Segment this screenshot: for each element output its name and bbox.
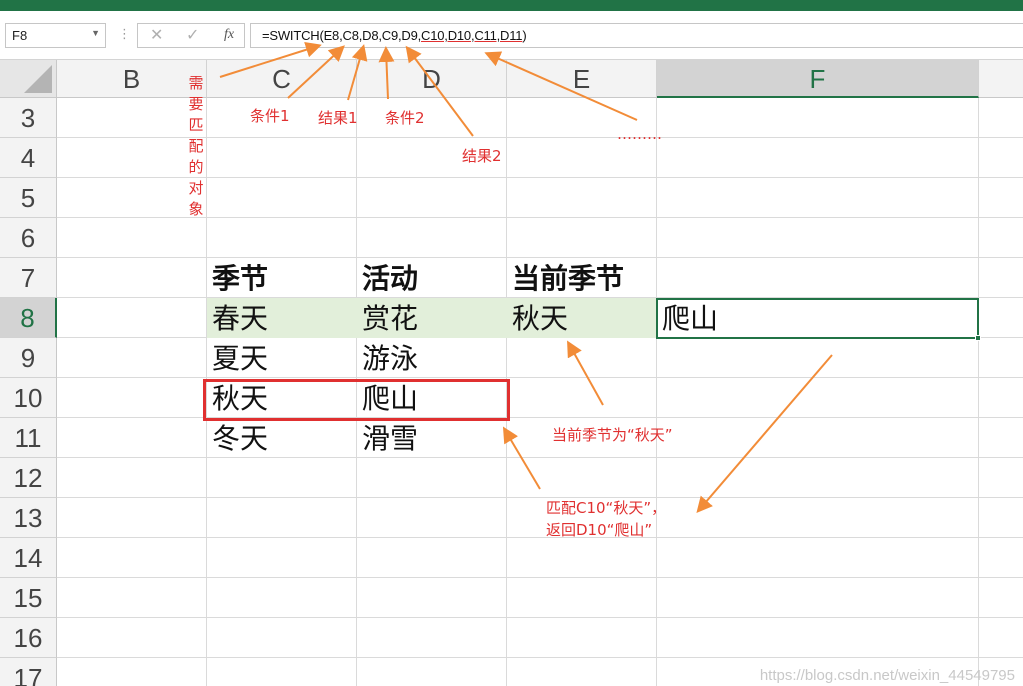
cell-c11[interactable]: 冬天: [207, 418, 357, 458]
row-header-7[interactable]: 7: [0, 258, 57, 298]
row-header-5[interactable]: 5: [0, 178, 57, 218]
annotation-ellipsis: ………: [617, 125, 662, 143]
cell-d7[interactable]: 活动: [357, 258, 507, 298]
highlight-box: [203, 379, 510, 421]
column-header-c[interactable]: C: [207, 60, 357, 98]
name-box[interactable]: F8 ▼: [5, 23, 106, 48]
cell-d11[interactable]: 滑雪: [357, 418, 507, 458]
row-header-9[interactable]: 9: [0, 338, 57, 378]
active-cell-border: [656, 298, 981, 341]
formula-buttons: ✕ ✓ fx: [137, 23, 245, 48]
name-box-value: F8: [12, 28, 28, 43]
formula-part-close: ): [522, 28, 527, 43]
column-header-d[interactable]: D: [357, 60, 507, 98]
row-header-10[interactable]: 10: [0, 378, 57, 418]
formula-bar: F8 ▼ ⋮ ✕ ✓ fx =SWITCH(E8,C8,D8,C9,D9,C10…: [0, 11, 1023, 60]
column-header-b[interactable]: B: [57, 60, 207, 98]
row-header-8[interactable]: 8: [0, 298, 57, 338]
row-header-17[interactable]: 17: [0, 658, 57, 686]
column-header-e[interactable]: E: [507, 60, 657, 98]
column-header-f[interactable]: F: [657, 60, 979, 98]
watermark: https://blog.csdn.net/weixin_44549795: [759, 667, 1015, 684]
annotation-condition-1: 条件1: [250, 107, 290, 125]
annotation-match-line-1: 匹配C10“秋天”，: [546, 499, 667, 517]
fill-handle[interactable]: [975, 335, 981, 341]
cell-c9[interactable]: 夏天: [207, 338, 357, 378]
annotation-current-season: 当前季节为“秋天”: [552, 426, 673, 444]
formula-part-plain: =SWITCH(E8,C8,D8,C9,D9,: [262, 28, 422, 43]
row-header-14[interactable]: 14: [0, 538, 57, 578]
insert-function-icon[interactable]: fx: [224, 27, 234, 43]
row-header-3[interactable]: 3: [0, 98, 57, 138]
row-header-12[interactable]: 12: [0, 458, 57, 498]
cell-c7[interactable]: 季节: [207, 258, 357, 298]
column-header-g[interactable]: [979, 60, 1023, 98]
cell-e8[interactable]: 秋天: [507, 298, 657, 338]
select-all-button[interactable]: [0, 60, 57, 98]
cell-d8[interactable]: 赏花: [357, 298, 507, 338]
ribbon-tab-strip: [0, 0, 1023, 11]
cell-e7[interactable]: 当前季节: [507, 258, 657, 298]
worksheet-grid: B C D E F 3 4 5 6 7 8 9 10 11 12 13 14 1…: [0, 60, 1023, 686]
annotation-result-2: 结果2: [462, 147, 502, 165]
formula-part-underlined: C10,D10,C11,D11: [421, 28, 523, 43]
formula-input[interactable]: =SWITCH(E8,C8,D8,C9,D9,C10,D10,C11,D11): [250, 23, 1023, 48]
annotation-match-object: 需要匹配的对象: [188, 74, 204, 218]
row-header-13[interactable]: 13: [0, 498, 57, 538]
annotation-condition-2: 条件2: [385, 109, 425, 127]
row-header-6[interactable]: 6: [0, 218, 57, 258]
cell-c8[interactable]: 春天: [207, 298, 357, 338]
row-header-11[interactable]: 11: [0, 418, 57, 458]
close-icon[interactable]: ✕: [150, 25, 163, 44]
formula-text: =SWITCH(E8,C8,D8,C9,D9,C10,D10,C11,D11): [262, 28, 527, 43]
grip-dots-icon: ⋮: [118, 27, 131, 42]
check-icon[interactable]: ✓: [186, 25, 199, 44]
annotation-match-line-2: 返回D10“爬山”: [546, 521, 653, 539]
row-header-15[interactable]: 15: [0, 578, 57, 618]
annotation-result-1: 结果1: [318, 109, 358, 127]
row-header-16[interactable]: 16: [0, 618, 57, 658]
row-header-4[interactable]: 4: [0, 138, 57, 178]
cell-d9[interactable]: 游泳: [357, 338, 507, 378]
chevron-down-icon[interactable]: ▼: [91, 28, 100, 38]
